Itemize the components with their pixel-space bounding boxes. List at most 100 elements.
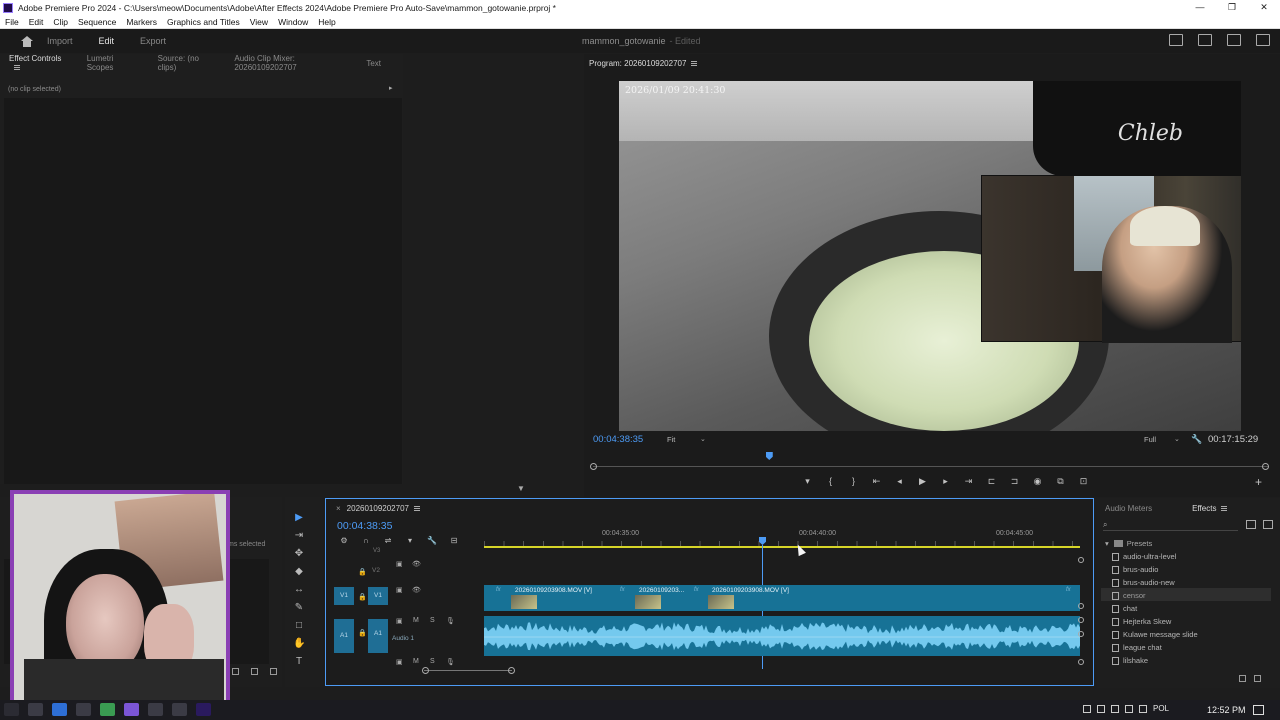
toggle-sync-icon[interactable]: ▣ <box>396 560 403 568</box>
lock-icon[interactable]: 🔒 <box>358 568 367 576</box>
scrollbar-left-handle[interactable] <box>422 667 429 674</box>
add-marker-icon[interactable]: ▾ <box>405 536 415 546</box>
minimize-button[interactable]: — <box>1184 0 1216 15</box>
maximize-button[interactable]: ❐ <box>1216 0 1248 15</box>
tab-audio-meters[interactable]: Audio Meters <box>1105 504 1152 513</box>
step-back-button[interactable]: ◂ <box>894 476 905 487</box>
work-area-bar[interactable] <box>484 546 1080 548</box>
step-forward-button[interactable]: ▸ <box>940 476 951 487</box>
snap-icon[interactable]: ∩ <box>361 536 371 546</box>
new-item-icon[interactable] <box>251 668 258 675</box>
lift-button[interactable]: ⊏ <box>986 476 997 487</box>
menu-markers[interactable]: Markers <box>121 17 162 27</box>
accelerated-effects-icon[interactable] <box>1246 520 1256 529</box>
track-height-handle[interactable] <box>1078 557 1084 563</box>
mark-out-button[interactable]: } <box>848 476 859 487</box>
close-icon[interactable]: × <box>336 504 341 513</box>
timeline-horizontal-scrollbar[interactable] <box>424 670 512 671</box>
track-height-handle[interactable] <box>1078 631 1084 637</box>
menu-graphics-and-titles[interactable]: Graphics and Titles <box>162 17 245 27</box>
program-scrub-bar[interactable] <box>593 466 1269 467</box>
panel-menu-icon[interactable] <box>1221 506 1228 512</box>
preset-item[interactable]: league chat <box>1112 643 1162 652</box>
tab-source[interactable]: Source: (no clips) <box>158 54 213 72</box>
nav-edit[interactable]: Edit <box>99 36 115 46</box>
scrub-end-handle[interactable] <box>1262 463 1269 470</box>
timeline-settings-icon[interactable]: 🔧 <box>427 536 437 546</box>
lock-icon[interactable]: 🔒 <box>358 629 367 637</box>
settings-wrench-icon[interactable]: 🔧 <box>1191 434 1202 445</box>
nav-export[interactable]: Export <box>140 36 166 46</box>
app-icon[interactable] <box>172 703 187 716</box>
safe-margins-button[interactable]: ⊡ <box>1078 476 1089 487</box>
presets-folder[interactable]: ▾ Presets <box>1105 539 1152 548</box>
menu-view[interactable]: View <box>245 17 273 27</box>
network-icon[interactable] <box>1125 704 1133 713</box>
microphone-icon[interactable]: 🎙 <box>446 658 455 666</box>
menu-help[interactable]: Help <box>313 17 340 27</box>
toggle-sync-icon[interactable]: ▣ <box>396 586 403 594</box>
video-track-v1-clips[interactable]: fx 20260109203908.MOV [V] fx 20260109203… <box>484 585 1080 611</box>
menu-sequence[interactable]: Sequence <box>73 17 121 27</box>
menu-window[interactable]: Window <box>273 17 313 27</box>
tray-app-icon[interactable] <box>1111 704 1119 713</box>
timeline-timecode[interactable]: 00:04:38:35 <box>337 520 392 532</box>
menu-file[interactable]: File <box>0 17 24 27</box>
preset-item[interactable]: brus-audio-new <box>1112 578 1175 587</box>
selection-tool-icon[interactable]: ▶ <box>293 512 305 524</box>
track-height-handle[interactable] <box>1078 603 1084 609</box>
preset-item[interactable]: audio-ultra-level <box>1112 552 1176 561</box>
start-icon[interactable] <box>4 703 19 716</box>
app-icon[interactable] <box>148 703 163 716</box>
export-frame-button[interactable]: ◉ <box>1032 476 1043 487</box>
discord-icon[interactable] <box>124 703 139 716</box>
home-icon[interactable] <box>21 35 33 47</box>
tab-effect-controls[interactable]: Effect Controls <box>9 54 65 72</box>
chevron-down-icon[interactable]: ⌄ <box>700 435 706 443</box>
mark-in-button[interactable]: { <box>825 476 836 487</box>
preset-item[interactable]: brus-audio <box>1112 565 1158 574</box>
taskbar-clock[interactable]: 12:52 PM <box>1207 705 1246 715</box>
share-icon[interactable] <box>1198 34 1212 46</box>
close-button[interactable]: ✕ <box>1248 0 1280 15</box>
track-v1-target[interactable]: V1 <box>368 587 388 605</box>
tab-sequence[interactable]: × 20260109202707 <box>336 504 420 513</box>
comparison-view-button[interactable]: ⧉ <box>1055 476 1066 487</box>
filter-icon[interactable]: ▼ <box>517 484 525 493</box>
scrub-start-handle[interactable] <box>590 463 597 470</box>
chevron-down-icon[interactable]: ⌄ <box>1174 435 1180 443</box>
nest-icon[interactable]: ⚙ <box>339 536 349 546</box>
track-height-handle[interactable] <box>1078 617 1084 623</box>
toggle-sync-icon[interactable]: ▣ <box>396 617 403 625</box>
tab-text[interactable]: Text <box>366 59 381 68</box>
search-icon[interactable] <box>28 703 43 716</box>
eye-icon[interactable]: 👁 <box>412 586 421 594</box>
preset-item-selected[interactable]: censor <box>1112 591 1146 600</box>
fullscreen-icon[interactable] <box>1256 34 1270 46</box>
linked-selection-icon[interactable]: ⇌ <box>383 536 393 546</box>
tab-effects[interactable]: Effects <box>1192 504 1228 513</box>
preset-item[interactable]: chat <box>1112 604 1137 613</box>
menu-edit[interactable]: Edit <box>24 17 49 27</box>
pen-tool-icon[interactable]: ✎ <box>293 602 305 614</box>
scrollbar-right-handle[interactable] <box>508 667 515 674</box>
program-video-frame[interactable]: Chleb 2026/01/09 20:41:30 <box>619 81 1241 431</box>
program-timecode[interactable]: 00:04:38:35 <box>593 434 643 445</box>
preset-item[interactable]: Kulawe message slide <box>1112 630 1198 639</box>
solo-button[interactable]: S <box>430 617 435 624</box>
timeline-ruler[interactable]: 00:04:35:00 00:04:40:00 00:04:45:00 <box>484 527 1080 549</box>
track-a1-target[interactable]: A1 <box>368 619 388 653</box>
hand-tool-icon[interactable]: ✋ <box>293 638 305 650</box>
resolution-select[interactable]: Full <box>1144 435 1156 444</box>
menu-clip[interactable]: Clip <box>48 17 73 27</box>
trash-icon[interactable] <box>1254 675 1261 682</box>
premiere-taskbar-icon[interactable] <box>196 703 211 716</box>
language-indicator[interactable]: POL <box>1153 704 1169 713</box>
tray-chevron-icon[interactable] <box>1083 704 1091 713</box>
panel-menu-icon[interactable] <box>691 60 698 66</box>
expand-arrow-icon[interactable]: ▸ <box>389 84 393 92</box>
audio-track-a1-clip[interactable] <box>484 616 1080 656</box>
tab-program[interactable]: Program: 20260109202707 <box>589 59 698 68</box>
track-a1-source[interactable]: A1 <box>334 619 354 653</box>
button-editor-button[interactable]: + <box>1255 475 1262 489</box>
